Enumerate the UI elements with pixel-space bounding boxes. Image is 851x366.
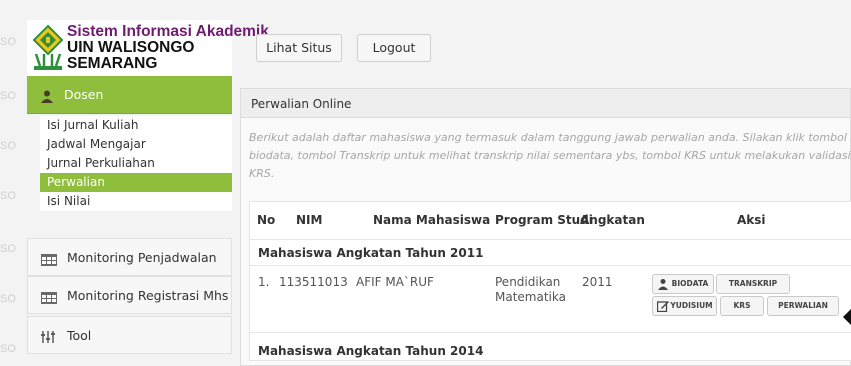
column-header-angkatan: Angkatan (580, 213, 645, 227)
krs-button[interactable]: KRS (720, 296, 764, 316)
sidebar-item-jadwal-mengajar[interactable]: Jadwal Mengajar (40, 135, 232, 154)
row-divider (250, 332, 851, 333)
watermark-text: SO (0, 36, 16, 48)
grid-icon (41, 292, 57, 304)
column-header-nim: NIM (296, 213, 323, 227)
group-title: Mahasiswa Angkatan Tahun 2014 (258, 344, 484, 358)
watermark-text: SO (0, 243, 16, 255)
logo-city: SEMARANG (67, 55, 158, 72)
sidebar-section-label: Monitoring Penjadwalan (67, 250, 217, 265)
row-angkatan: 2011 (582, 275, 613, 289)
main-panel: Perwalian Online Berikut adalah daftar m… (240, 88, 851, 366)
column-header-aksi: Aksi (737, 213, 766, 227)
column-header-prodi: Program Studi (495, 213, 593, 227)
edit-icon (657, 301, 669, 312)
sidebar-item-jurnal-perkuliahan[interactable]: Jurnal Perkuliahan (40, 154, 232, 173)
row-prodi-line2: Matematika (495, 290, 566, 304)
sidebar-section-monitoring-registrasi[interactable]: Monitoring Registrasi Mhs (27, 276, 232, 314)
row-prodi-line1: Pendidikan (495, 275, 561, 289)
sidebar-section-label: Tool (67, 328, 92, 343)
row-no: 1. (258, 275, 270, 289)
sidebar-section-label: Dosen (64, 87, 104, 102)
watermark-text: SO (0, 343, 16, 355)
sidebar-submenu: Isi Jurnal Kuliah Jadwal Mengajar Jurnal… (40, 116, 232, 211)
sidebar-section-dosen[interactable]: Dosen (27, 76, 232, 114)
sidebar-item-isi-nilai[interactable]: Isi Nilai (40, 192, 232, 211)
user-icon (658, 279, 668, 290)
transkrip-button[interactable]: TRANSKRIP (716, 274, 790, 294)
university-emblem-icon (32, 24, 64, 70)
sidebar-section-monitoring-penjadwalan[interactable]: Monitoring Penjadwalan (27, 238, 232, 276)
biodata-button[interactable]: BIODATA (652, 274, 714, 294)
row-divider (250, 239, 851, 240)
sliders-icon (41, 331, 55, 343)
yudisium-button[interactable]: YUDISIUM (652, 296, 717, 316)
watermark-text: SO (0, 90, 16, 102)
sidebar-item-isi-jurnal-kuliah[interactable]: Isi Jurnal Kuliah (40, 116, 232, 135)
row-nim: 113511013 (279, 275, 348, 289)
sidebar-section-label: Monitoring Registrasi Mhs (67, 288, 229, 303)
panel-title: Perwalian Online (251, 97, 352, 111)
watermark-text: SO (0, 293, 16, 305)
user-icon (41, 90, 53, 103)
panel-description: Berikut adalah daftar mahasiswa yang ter… (249, 131, 851, 180)
pointer-arrow-icon (843, 307, 851, 327)
column-header-no: No (257, 213, 276, 227)
watermark-text: SO (0, 190, 16, 202)
grid-icon (41, 254, 57, 266)
column-header-nama: Nama Mahasiswa (373, 213, 491, 227)
group-title: Mahasiswa Angkatan Tahun 2011 (258, 246, 484, 260)
watermark-text: SO (0, 140, 16, 152)
site-logo[interactable]: Sistem Informasi Akademik UIN WALISONGO … (27, 20, 269, 76)
sidebar-item-perwalian[interactable]: Perwalian (40, 173, 232, 192)
row-divider (250, 265, 851, 266)
view-site-button[interactable]: Lihat Situs (256, 34, 342, 62)
sidebar-section-tool[interactable]: Tool (27, 316, 232, 354)
student-table: No NIM Nama Mahasiswa Program Studi Angk… (249, 201, 851, 361)
row-nama: AFIF MA`RUF (356, 275, 434, 289)
perwalian-button[interactable]: PERWALIAN (767, 296, 839, 316)
logout-button[interactable]: Logout (357, 34, 431, 62)
panel-header: Perwalian Online (241, 89, 850, 118)
